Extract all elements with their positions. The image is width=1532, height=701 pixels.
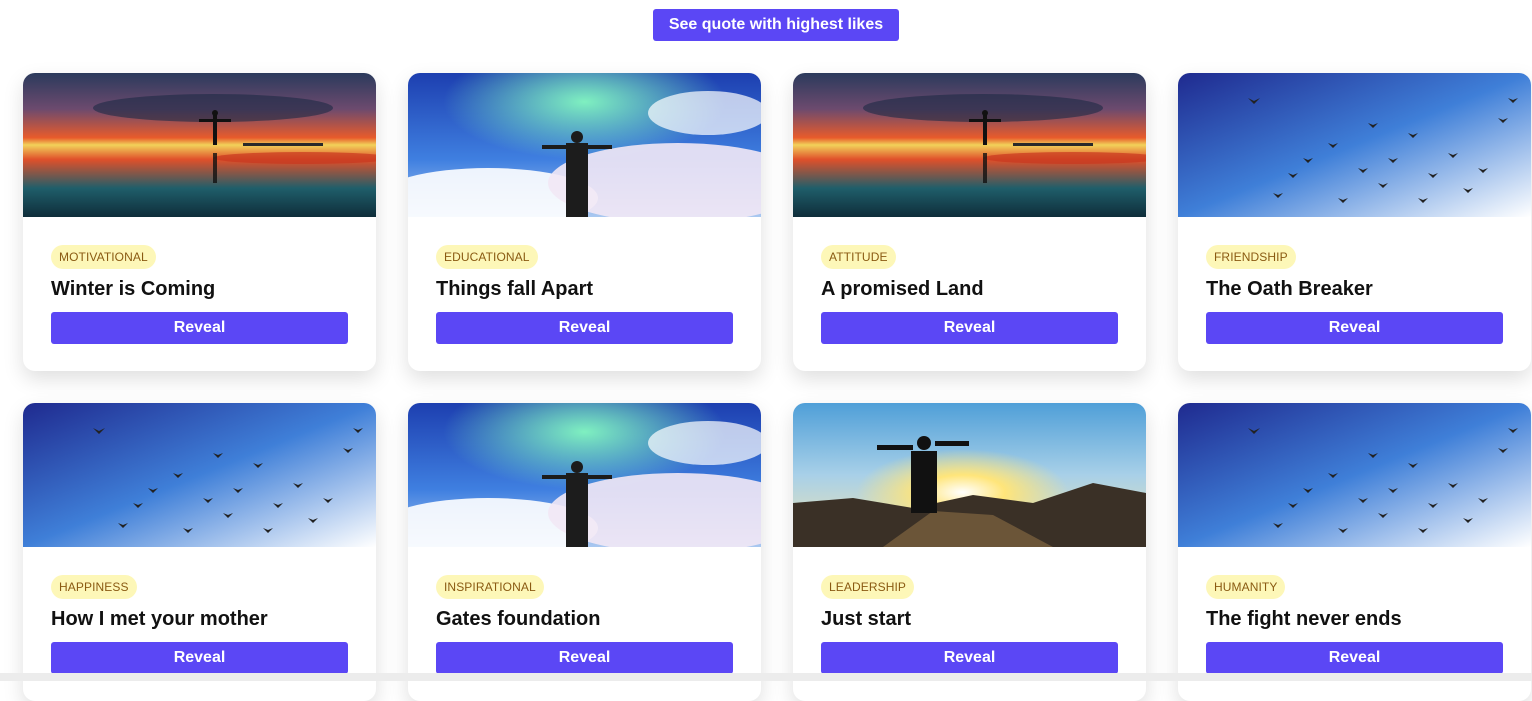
quote-title: Gates foundation [436, 608, 601, 630]
reveal-button[interactable]: Reveal [51, 312, 348, 344]
birds-sky-image [1178, 403, 1531, 547]
quote-title: Winter is Coming [51, 278, 216, 300]
quote-title: Things fall Apart [436, 278, 594, 300]
mountain-sunrise-image [793, 403, 1146, 547]
birds-sky-image [23, 403, 376, 547]
sunset-reflection-image [793, 73, 1146, 217]
birds-sky-image [1178, 73, 1531, 217]
quote-title: Just start [821, 608, 912, 630]
reveal-button[interactable]: Reveal [51, 642, 348, 674]
quote-title: A promised Land [821, 278, 984, 300]
category-tag: HUMANITY [1206, 575, 1286, 599]
category-tag: LEADERSHIP [821, 575, 915, 599]
category-tag: EDUCATIONAL [436, 245, 538, 269]
category-tag: FRIENDSHIP [1206, 245, 1296, 269]
quote-card-grid: MOTIVATIONAL Winter is Coming Reveal EDU… [23, 73, 1531, 701]
reveal-button[interactable]: Reveal [436, 312, 733, 344]
reveal-button[interactable]: Reveal [1206, 642, 1503, 674]
quote-title: The fight never ends [1206, 608, 1402, 630]
sunset-reflection-image [23, 73, 376, 217]
quote-card: ATTITUDE A promised Land Reveal [793, 73, 1146, 371]
quote-card: MOTIVATIONAL Winter is Coming Reveal [23, 73, 376, 371]
quote-card: FRIENDSHIP The Oath Breaker Reveal [1178, 73, 1531, 371]
quote-card: EDUCATIONAL Things fall Apart Reveal [408, 73, 761, 371]
reveal-button[interactable]: Reveal [436, 642, 733, 674]
quote-card: LEADERSHIP Just start Reveal [793, 403, 1146, 701]
quote-card: INSPIRATIONAL Gates foundation Reveal [408, 403, 761, 701]
see-highest-likes-button[interactable]: See quote with highest likes [653, 9, 899, 41]
reveal-button[interactable]: Reveal [1206, 312, 1503, 344]
quote-card: HUMANITY The fight never ends Reveal [1178, 403, 1531, 701]
quote-card: HAPPINESS How I met your mother Reveal [23, 403, 376, 701]
reveal-button[interactable]: Reveal [821, 312, 1118, 344]
category-tag: HAPPINESS [51, 575, 137, 599]
horizontal-scrollbar[interactable] [0, 673, 1532, 681]
quote-title: The Oath Breaker [1206, 278, 1373, 300]
aurora-clouds-image [408, 73, 761, 217]
quote-title: How I met your mother [51, 608, 268, 630]
category-tag: MOTIVATIONAL [51, 245, 156, 269]
aurora-clouds-image [408, 403, 761, 547]
reveal-button[interactable]: Reveal [821, 642, 1118, 674]
category-tag: INSPIRATIONAL [436, 575, 544, 599]
category-tag: ATTITUDE [821, 245, 896, 269]
